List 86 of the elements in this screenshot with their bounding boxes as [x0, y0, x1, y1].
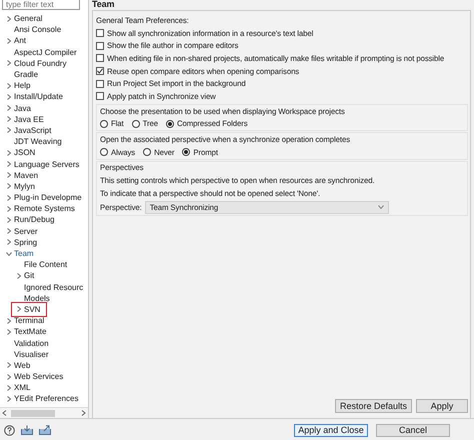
tree-item[interactable]: JavaScript — [14, 126, 52, 135]
chevron-right-icon[interactable] — [6, 206, 12, 212]
chevron-right-icon[interactable] — [6, 38, 12, 44]
checkbox[interactable] — [96, 67, 104, 76]
chevron-right-icon[interactable] — [6, 216, 12, 223]
page-button[interactable]: Apply — [416, 399, 468, 413]
chevron-right-icon[interactable] — [6, 60, 12, 66]
radio-button[interactable] — [143, 148, 152, 156]
chevron-right-icon[interactable] — [6, 374, 12, 380]
tree-item[interactable]: YEdit Preferences — [14, 394, 78, 404]
checkbox[interactable] — [96, 42, 104, 50]
chevron-right-icon[interactable] — [6, 318, 12, 324]
help-icon[interactable] — [4, 424, 15, 436]
tree-item[interactable]: Visualiser — [14, 350, 49, 359]
chevron-right-icon[interactable] — [6, 150, 12, 156]
radio-button[interactable] — [166, 120, 174, 128]
tree-item[interactable]: Maven — [14, 170, 38, 180]
tree-item[interactable]: Validation — [14, 338, 49, 348]
tree-item[interactable]: Team — [14, 249, 34, 258]
chevron-right-icon[interactable] — [16, 306, 22, 312]
tree-item[interactable]: Gradle — [14, 70, 38, 80]
radio-button[interactable] — [100, 120, 108, 128]
chevron-right-icon[interactable] — [6, 172, 12, 178]
chevron-right-icon[interactable] — [16, 272, 22, 279]
tree-item[interactable]: Cloud Foundry — [14, 58, 66, 68]
checkbox[interactable] — [96, 29, 104, 38]
dialog-button[interactable]: Cancel — [376, 424, 450, 436]
tree-item[interactable]: Spring — [14, 238, 38, 247]
tree-item[interactable]: Terminal — [14, 316, 44, 326]
tree-item[interactable]: Server — [14, 226, 38, 236]
page-title: Team — [92, 0, 116, 10]
tree-item[interactable]: Help — [14, 81, 30, 90]
tree-item[interactable]: Web Services — [14, 372, 64, 382]
chevron-right-icon[interactable] — [6, 328, 12, 335]
tree-item[interactable]: Models — [24, 294, 50, 303]
chevron-right-icon[interactable] — [6, 362, 12, 368]
tree-item[interactable]: Remote Systems — [14, 204, 75, 214]
radio-button[interactable] — [100, 148, 108, 156]
tree-item[interactable]: TextMate — [14, 327, 46, 336]
tree-item[interactable]: SVN — [24, 304, 40, 314]
tree-item[interactable]: XML — [14, 383, 30, 392]
tree-item[interactable]: AspectJ Compiler — [14, 48, 77, 57]
filter-field[interactable]: type filter text — [2, 0, 80, 10]
scroll-right-icon[interactable] — [81, 410, 86, 416]
tree-item[interactable]: Java — [14, 104, 31, 113]
tree-item[interactable]: Ansi Console — [14, 25, 62, 34]
chevron-right-icon[interactable] — [6, 116, 12, 122]
tree-item[interactable]: Language Servers — [14, 160, 80, 169]
chevron-right-icon[interactable] — [6, 384, 12, 391]
chevron-right-icon[interactable] — [6, 396, 12, 402]
checkbox[interactable] — [96, 92, 104, 100]
tree-item[interactable]: Run/Debug — [14, 215, 54, 224]
tree-item[interactable]: Mylyn — [14, 182, 35, 191]
tree-item[interactable]: Ant — [14, 36, 26, 46]
chevron-right-icon[interactable] — [6, 194, 12, 201]
dropdown-caret-icon[interactable] — [378, 205, 384, 210]
radio-button[interactable] — [182, 148, 190, 156]
checkbox[interactable] — [96, 80, 104, 88]
page-button[interactable]: Restore Defaults — [334, 399, 412, 413]
chevron-right-icon[interactable] — [6, 94, 12, 100]
import-icon[interactable] — [21, 425, 33, 435]
dialog-button[interactable]: Apply and Close — [294, 424, 368, 436]
chevron-right-icon[interactable] — [6, 161, 12, 168]
tree-item[interactable]: JSON — [14, 148, 36, 158]
chevron-right-icon[interactable] — [6, 105, 12, 112]
chevron-right-icon[interactable] — [6, 82, 12, 89]
chevron-right-icon[interactable] — [6, 127, 12, 134]
radio-button[interactable] — [132, 120, 140, 128]
tree-item[interactable]: JDT Weaving — [14, 137, 62, 146]
chevron-right-icon[interactable] — [6, 239, 12, 246]
tree-item[interactable]: General — [14, 14, 42, 24]
scroll-left-icon[interactable] — [2, 410, 7, 416]
tree-item[interactable]: Git — [24, 271, 34, 280]
chevron-down-icon[interactable] — [6, 250, 12, 257]
tree-item[interactable]: Plug-in Developme — [14, 193, 82, 202]
horizontal-scrollbar[interactable] — [0, 407, 88, 418]
checkbox[interactable] — [96, 54, 104, 62]
tree-item[interactable]: Ignored Resourc — [24, 282, 84, 292]
tree-item[interactable]: Java EE — [14, 114, 44, 124]
chevron-right-icon[interactable] — [6, 16, 12, 22]
tree-item[interactable]: Web — [14, 360, 30, 370]
chevron-right-icon[interactable] — [6, 183, 12, 190]
tree-item[interactable]: File Content — [24, 260, 68, 270]
export-icon[interactable] — [39, 425, 51, 435]
chevron-right-icon[interactable] — [6, 228, 12, 234]
tree-item[interactable]: Install/Update — [14, 92, 63, 102]
